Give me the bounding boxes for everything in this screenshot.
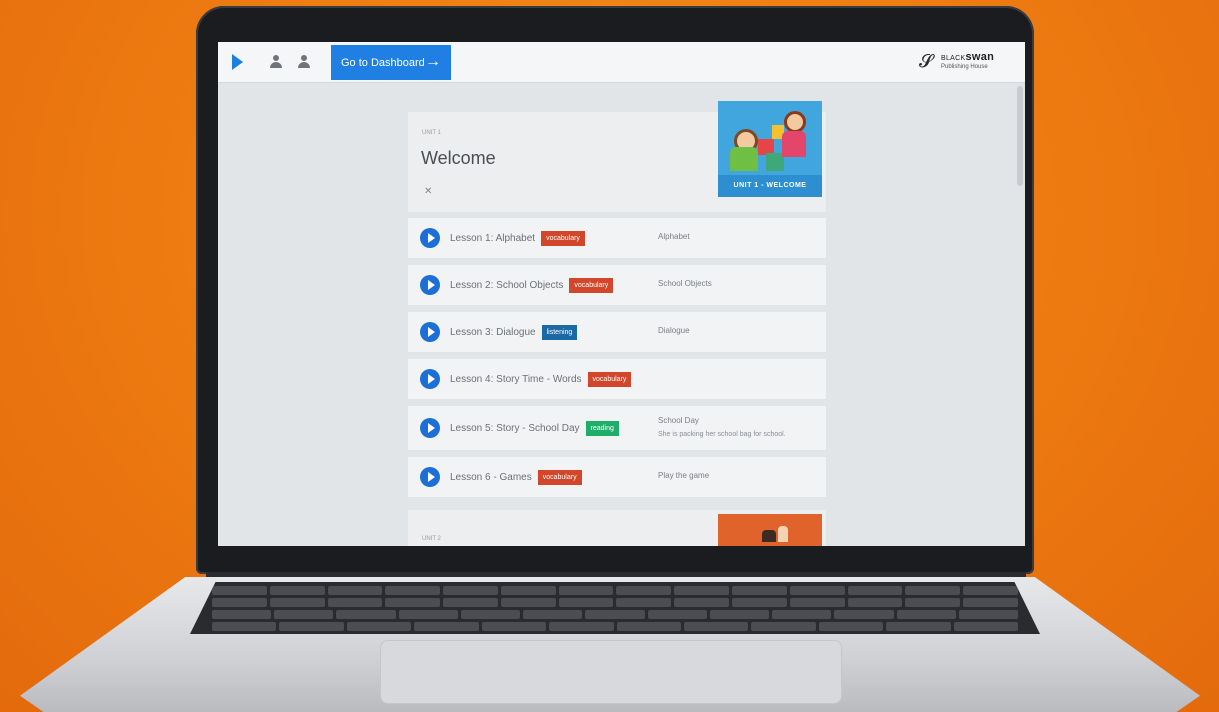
lesson-title: Lesson 6 - Games bbox=[450, 472, 532, 484]
unit-kicker: UNIT 1 bbox=[422, 130, 441, 136]
brand-name: swan bbox=[965, 51, 995, 63]
lesson-list: Lesson 1: Alphabet vocabulary Alphabet Le… bbox=[408, 218, 826, 498]
play-circle-icon[interactable] bbox=[420, 228, 440, 248]
brand-logo: 𝓢 BLACKswan Publishing House bbox=[919, 51, 1009, 73]
scrollbar[interactable] bbox=[1017, 86, 1023, 186]
lesson-row[interactable]: Lesson 5: Story - School Day reading Scho… bbox=[408, 406, 826, 451]
play-circle-icon[interactable] bbox=[420, 467, 440, 487]
user-alt-icon[interactable] bbox=[298, 55, 310, 69]
next-unit-kicker: UNIT 2 bbox=[422, 536, 441, 542]
user-icon[interactable] bbox=[270, 55, 282, 69]
lesson-title: Lesson 2: School Objects bbox=[450, 280, 564, 292]
lesson-title: Lesson 3: Dialogue bbox=[450, 327, 536, 339]
play-circle-icon[interactable] bbox=[420, 275, 440, 295]
lesson-description: Alphabet bbox=[658, 232, 690, 241]
go-to-dashboard-button[interactable]: Go to Dashboard → bbox=[331, 45, 451, 80]
dashboard-button-label: Go to Dashboard bbox=[341, 56, 425, 69]
close-icon[interactable]: ✕ bbox=[424, 186, 432, 197]
thumbnail-label: UNIT 1 - WELCOME bbox=[718, 175, 822, 197]
arrow-right-icon: → bbox=[425, 53, 441, 70]
unit-thumbnail[interactable]: UNIT 1 - WELCOME bbox=[718, 101, 822, 197]
next-unit-header[interactable]: UNIT 2 bbox=[408, 510, 826, 546]
swan-logo-icon: 𝓢 bbox=[919, 51, 933, 71]
lesson-badge: vocabulary bbox=[541, 231, 585, 246]
lesson-badge: listening bbox=[541, 325, 578, 340]
lesson-badge: vocabulary bbox=[537, 470, 582, 485]
lesson-description: Play the game bbox=[658, 471, 710, 480]
top-bar: Go to Dashboard → 𝓢 BLACKswan Publishing… bbox=[218, 42, 1025, 83]
lesson-title: Lesson 4: Story Time - Words bbox=[450, 374, 582, 386]
laptop-trackpad bbox=[380, 640, 842, 704]
brand-prefix: BLACK bbox=[941, 55, 966, 62]
lesson-description: School Day bbox=[658, 416, 699, 425]
lesson-row[interactable]: Lesson 4: Story Time - Words vocabulary bbox=[408, 359, 826, 400]
play-logo-icon[interactable] bbox=[232, 54, 243, 70]
lesson-row[interactable]: Lesson 2: School Objects vocabulary Schoo… bbox=[408, 265, 826, 306]
lesson-description: Dialogue bbox=[658, 326, 690, 335]
lesson-badge: vocabulary bbox=[587, 372, 632, 387]
unit-content: UNIT 1 Welcome ✕ UNIT 1 - WELCOME Lesson… bbox=[408, 101, 826, 498]
kids-illustration bbox=[728, 107, 812, 173]
lesson-row[interactable]: Lesson 6 - Games vocabulary Play the game bbox=[408, 457, 826, 498]
app-screen: Go to Dashboard → 𝓢 BLACKswan Publishing… bbox=[218, 42, 1025, 546]
lesson-badge: reading bbox=[585, 421, 619, 436]
unit-header: UNIT 1 Welcome ✕ UNIT 1 - WELCOME bbox=[408, 101, 826, 212]
lesson-badge: vocabulary bbox=[569, 278, 614, 293]
lesson-title: Lesson 1: Alphabet bbox=[450, 233, 536, 245]
lesson-title: Lesson 5: Story - School Day bbox=[450, 423, 580, 435]
play-circle-icon[interactable] bbox=[420, 322, 440, 342]
play-circle-icon[interactable] bbox=[420, 369, 440, 389]
lesson-row[interactable]: Lesson 1: Alphabet vocabulary Alphabet bbox=[408, 218, 826, 259]
unit-title: Welcome bbox=[421, 148, 496, 168]
laptop-keyboard bbox=[190, 582, 1040, 634]
play-circle-icon[interactable] bbox=[420, 418, 440, 438]
lesson-description: School Objects bbox=[658, 279, 712, 288]
lesson-row[interactable]: Lesson 3: Dialogue listening Dialogue bbox=[408, 312, 826, 353]
brand-subtitle: Publishing House bbox=[941, 64, 988, 70]
next-unit-thumbnail[interactable] bbox=[718, 514, 822, 546]
lesson-subdescription: She is packing her school bag for school… bbox=[658, 431, 786, 438]
